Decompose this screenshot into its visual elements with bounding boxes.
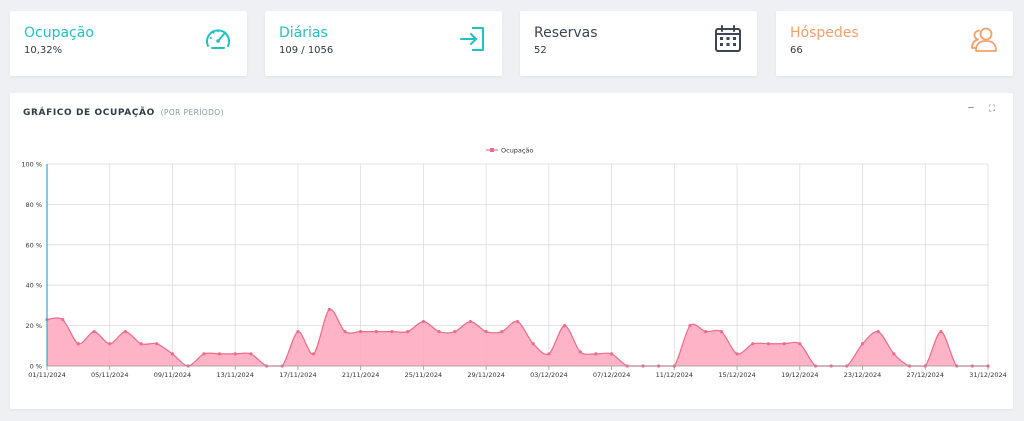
data-point — [594, 352, 598, 356]
x-tick-label: 21/11/2024 — [342, 371, 379, 379]
card-title: Diárias — [279, 25, 328, 41]
data-point — [766, 342, 771, 346]
data-point — [249, 352, 253, 356]
data-point — [531, 342, 535, 346]
data-point — [233, 352, 237, 356]
users-icon — [971, 27, 997, 52]
data-point — [390, 330, 394, 334]
card-title: Ocupação — [24, 25, 94, 41]
card-ocupacao: Ocupação 10,32% — [10, 11, 247, 76]
x-tick-label: 31/12/2024 — [969, 371, 1006, 379]
data-point — [562, 324, 567, 328]
data-point — [782, 342, 786, 346]
data-point — [327, 307, 331, 312]
x-tick-label: 19/12/2024 — [781, 371, 818, 379]
x-tick-label: 23/12/2024 — [844, 371, 881, 379]
data-point — [359, 330, 363, 334]
x-tick-label: 05/11/2024 — [91, 371, 128, 379]
data-point — [343, 330, 347, 334]
data-point — [578, 350, 582, 354]
data-point — [892, 352, 896, 356]
x-tick-label: 29/11/2024 — [467, 371, 504, 379]
data-point — [610, 352, 614, 356]
card-value: 52 — [534, 45, 547, 56]
data-point — [798, 342, 802, 346]
x-tick-label: 03/12/2024 — [530, 371, 567, 379]
card-diarias: Diárias 109 / 1056 — [265, 11, 502, 76]
data-point — [139, 342, 143, 346]
data-point — [484, 330, 488, 334]
data-point — [547, 352, 551, 356]
data-point — [155, 342, 159, 346]
data-point — [61, 317, 65, 322]
data-point — [453, 330, 457, 334]
data-point — [217, 352, 222, 356]
data-point — [468, 319, 473, 324]
calendar-icon — [715, 25, 741, 52]
data-point — [123, 330, 128, 334]
card-title: Hóspedes — [790, 25, 859, 41]
data-point — [170, 352, 175, 356]
data-point — [421, 319, 425, 324]
x-tick-label: 11/12/2024 — [656, 371, 693, 379]
x-tick-label: 07/12/2024 — [593, 371, 630, 379]
y-tick-label: 80 % — [25, 201, 42, 209]
legend-label: Ocupação — [501, 146, 533, 154]
card-value: 109 / 1056 — [279, 45, 334, 56]
data-point — [751, 342, 755, 346]
y-tick-label: 20 % — [25, 322, 42, 330]
data-point — [515, 319, 520, 324]
data-point — [860, 342, 865, 346]
data-point — [719, 330, 723, 334]
data-point — [406, 330, 410, 334]
series-area — [47, 309, 988, 366]
data-point — [108, 342, 112, 346]
data-point — [500, 330, 504, 334]
x-tick-label: 09/11/2024 — [154, 371, 191, 379]
card-value: 10,32% — [24, 45, 63, 56]
x-tick-label: 27/12/2024 — [907, 371, 944, 379]
x-tick-label: 17/11/2024 — [279, 371, 316, 379]
card-title: Reservas — [534, 25, 598, 41]
y-tick-label: 100 % — [21, 161, 42, 169]
y-tick-label: 60 % — [25, 241, 42, 249]
card-hospedes: Hóspedes 66 — [776, 11, 1013, 76]
speedometer-icon — [206, 29, 230, 49]
y-tick-label: 40 % — [25, 282, 42, 290]
occupancy-chart-panel: GRÁFICO DE OCUPAÇÃO (POR PERÍODO) – ⛶ 0 … — [10, 93, 1013, 409]
data-point — [312, 352, 316, 356]
data-point — [202, 352, 206, 356]
card-reservas: Reservas 52 — [520, 11, 757, 76]
data-point — [437, 330, 441, 334]
legend-marker — [490, 148, 494, 152]
data-point — [76, 342, 80, 346]
x-tick-label: 25/11/2024 — [405, 371, 442, 379]
card-value: 66 — [790, 45, 803, 56]
y-tick-label: 0 % — [30, 363, 42, 371]
data-point — [296, 330, 300, 334]
x-tick-label: 01/11/2024 — [28, 371, 65, 379]
data-point — [374, 330, 378, 334]
data-point — [876, 330, 880, 334]
occupancy-chart: 0 % 20 % 40 % 60 % 80 % 100 % 01/11/2024 05/11/… — [21, 146, 1006, 379]
data-point — [92, 330, 96, 334]
x-tick-label: 15/12/2024 — [718, 371, 755, 379]
data-point — [939, 330, 943, 334]
x-tick-label: 13/11/2024 — [216, 371, 253, 379]
data-point — [735, 352, 739, 356]
data-point — [704, 330, 708, 334]
sign-in-icon — [460, 27, 484, 51]
data-point — [688, 324, 692, 328]
